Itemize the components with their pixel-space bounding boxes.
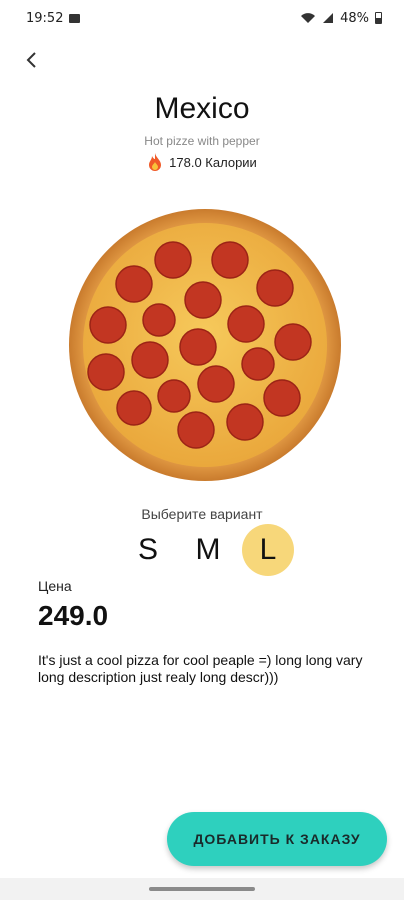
status-left: 19:52 [26,10,81,26]
size-option-m[interactable]: M [182,524,234,576]
calories-text: 178.0 Калории [169,154,257,170]
back-button[interactable] [18,46,46,74]
battery-icon [375,12,382,24]
size-option-l[interactable]: L [242,524,294,576]
price-value: 249.0 [38,600,109,631]
navigation-bar [0,878,404,900]
signal-icon [323,13,334,23]
product-description: It's just a cool pizza for cool peaple =… [38,652,363,685]
add-to-order-button[interactable]: ДОБАВИТЬ К ЗАКАЗУ [167,812,387,866]
size-option-s[interactable]: S [122,524,174,576]
image-icon [69,13,81,23]
pizza-image [69,209,341,481]
home-indicator[interactable] [149,887,255,891]
status-right: 48% [300,11,382,26]
product-subtitle: Hot pizze with pepper [144,134,260,148]
calories-info: 178.0 Калории [0,152,404,172]
product-title: Mexico [154,92,250,125]
variant-label: Выберите вариант [141,506,263,522]
status-time: 19:52 [26,10,64,26]
status-bar: 19:52 48% [0,0,404,36]
price-label: Цена [38,578,72,594]
wifi-icon [301,13,316,23]
chevron-left-icon [26,52,36,68]
fire-icon [149,153,162,171]
battery-percent: 48% [340,10,369,26]
size-selector: S M L [122,524,294,576]
